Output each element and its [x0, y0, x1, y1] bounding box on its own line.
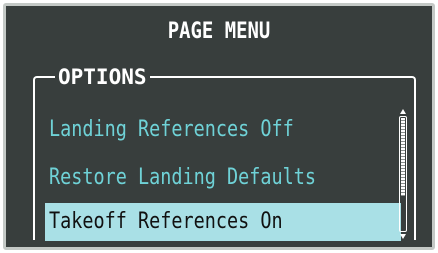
scroll-up-arrow-icon[interactable] [400, 109, 406, 114]
scrollbar-track[interactable] [399, 116, 407, 232]
menu-item-landing-references-off[interactable]: Landing References Off [45, 111, 401, 149]
menu-item-restore-landing-defaults[interactable]: Restore Landing Defaults [45, 159, 401, 197]
options-group-label: OPTIONS [55, 63, 150, 91]
menu-item-label: Restore Landing Defaults [49, 165, 317, 190]
scroll-down-arrow-icon[interactable] [400, 234, 406, 239]
menu-item-label: Takeoff References On [49, 209, 283, 234]
options-group: OPTIONS Landing References Off Restore L… [33, 63, 416, 241]
page-menu-title: PAGE MENU [167, 19, 271, 44]
menu-item-takeoff-references-on[interactable]: Takeoff References On [45, 203, 401, 241]
menu-scrollbar[interactable] [398, 109, 408, 239]
page-menu-window: PAGE MENU OPTIONS Landing References Off… [3, 3, 435, 250]
menu-item-label: Landing References Off [49, 117, 294, 142]
scrollbar-thumb[interactable] [401, 118, 405, 196]
